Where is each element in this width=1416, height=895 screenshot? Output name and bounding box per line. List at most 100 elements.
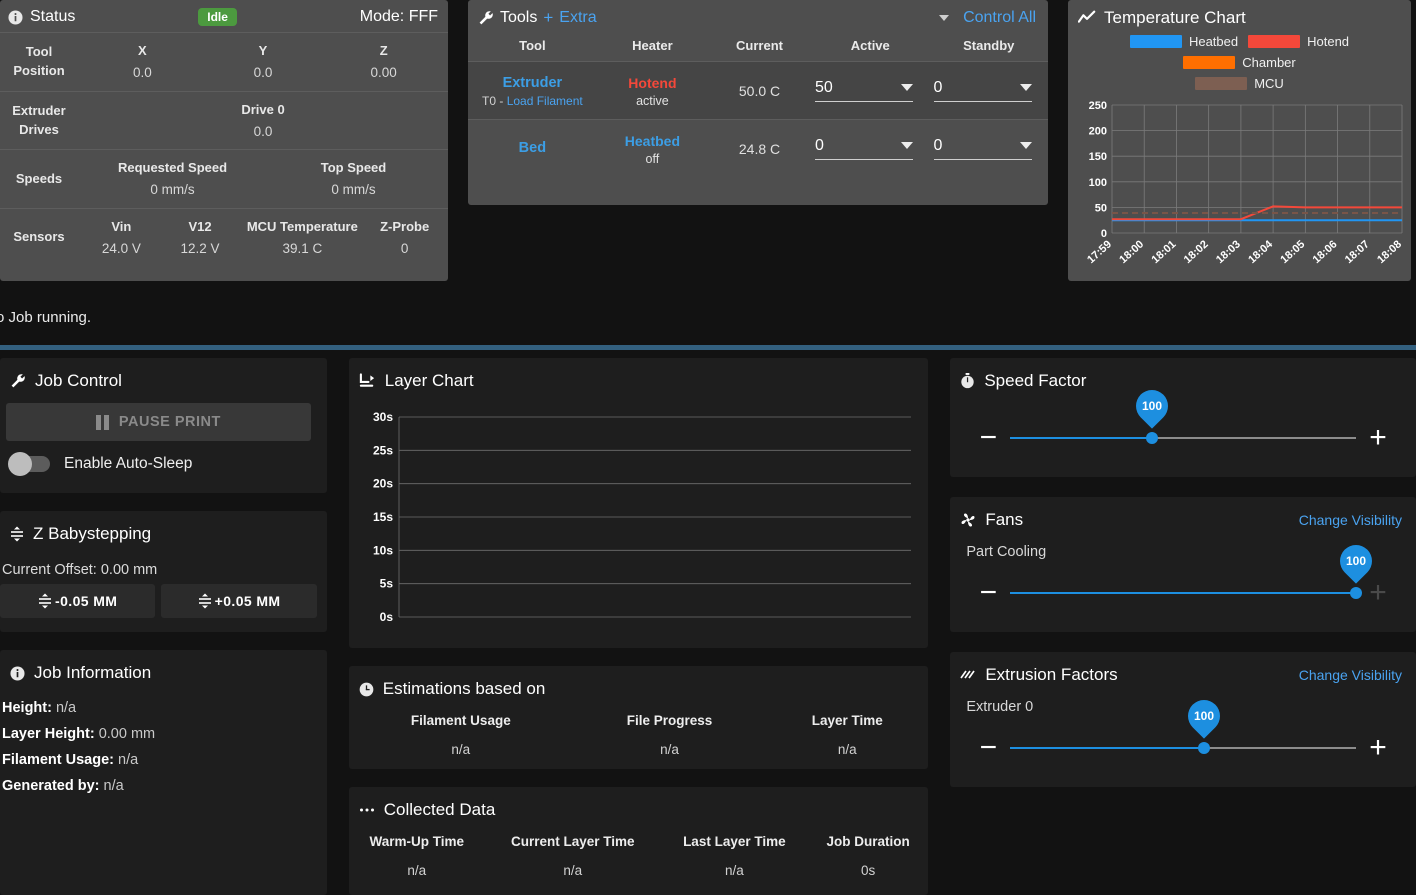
requested-speed: Requested Speed 0 mm/s (117, 160, 228, 198)
column-heater: Heater (632, 38, 673, 53)
tools-table: Tool Heater Current Active Standby Extru… (468, 34, 1048, 178)
heater-name[interactable]: Heatbed (597, 131, 708, 152)
speed-factor-decrease-button[interactable]: − (966, 423, 1010, 453)
heater-state: active (636, 94, 669, 108)
heater-name[interactable]: Hotend (597, 73, 708, 94)
job-status-message: o Job running. (0, 309, 92, 326)
chevron-down-icon[interactable] (901, 141, 914, 149)
standby-temperature-value: 0 (933, 79, 943, 96)
left-column: Job Control PAUSE PRINT Enable Auto-Slee… (0, 358, 327, 895)
extrusion-slider[interactable]: 100 (1010, 693, 1356, 765)
tool-name[interactable]: Bed (468, 138, 597, 160)
svg-text:15s: 15s (373, 510, 393, 524)
active-temperature-value: 50 (815, 79, 833, 96)
layer-chart-plot[interactable]: 0s 5s 10s 15s 20s 25s 30s (359, 409, 919, 636)
fan-thumb[interactable] (1350, 587, 1362, 599)
auto-sleep-row[interactable]: Enable Auto-Sleep (0, 441, 327, 491)
temperature-chart-plot[interactable]: 0 50 100 150 200 250 17:59 18:00 18:01 18:02 18:0… (1074, 99, 1405, 289)
column-active: Active (850, 38, 890, 53)
babystep-minus-label: -0.05 MM (55, 593, 118, 609)
standby-temperature-input[interactable]: 0 (933, 137, 1032, 161)
job-information-header: Job Information (0, 650, 327, 695)
babystep-plus-button[interactable]: +0.05 MM (161, 584, 317, 618)
extrusion-decrease-button[interactable]: − (966, 733, 1010, 763)
legend-item-hotend[interactable]: Hotend (1248, 34, 1349, 49)
sensor-z-probe: Z-Probe 0 (380, 219, 430, 257)
extrusion-increase-button[interactable]: + (1356, 733, 1400, 763)
tool-name[interactable]: Extruder (468, 73, 597, 95)
heater-state: off (645, 152, 660, 167)
layer-chart-icon (359, 373, 376, 389)
status-row-sensors: Sensors Vin 24.0 V V12 12.2 V MCU Temper… (0, 208, 448, 267)
estimations-headers: Filament Usage File Progress Layer Time (349, 711, 929, 740)
fan-increase-button[interactable]: + (1356, 578, 1400, 608)
chevron-down-icon[interactable] (1019, 141, 1032, 149)
legend-item-mcu[interactable]: MCU (1078, 76, 1401, 91)
svg-text:18:06: 18:06 (1311, 238, 1340, 266)
svg-text:5s: 5s (379, 577, 393, 591)
job-progress-bar (0, 345, 1416, 350)
collected-data-table: Warm-Up Time Current Layer Time Last Lay… (349, 832, 929, 890)
chevron-down-icon[interactable] (1019, 83, 1032, 91)
chevron-down-icon[interactable] (901, 83, 914, 91)
active-temperature-input[interactable]: 50 (815, 79, 914, 102)
layer-chart-header: Layer Chart (349, 358, 929, 403)
fans-change-visibility-link[interactable]: Change Visibility (1299, 512, 1402, 528)
legend-item-heatbed[interactable]: Heatbed (1129, 34, 1239, 49)
svg-text:18:00: 18:00 (1117, 238, 1146, 266)
legend-item-chamber[interactable]: Chamber (1183, 55, 1296, 70)
table-row[interactable]: Extruder T0 - Load Filament Hotend activ… (468, 61, 1048, 120)
extrusion-thumb[interactable] (1197, 742, 1210, 754)
speed-factor-slider[interactable]: 100 (1010, 383, 1356, 455)
speed-factor-panel: Speed Factor − 100 + (950, 358, 1416, 477)
pause-print-button[interactable]: PAUSE PRINT (6, 403, 311, 441)
extruder-0-label: Extruder 0 (966, 699, 1034, 715)
svg-text:18:01: 18:01 (1150, 238, 1179, 266)
legend-swatch-chamber (1183, 56, 1236, 69)
babystep-up-icon (198, 593, 212, 609)
heater-current-temp: 50.0 C (738, 82, 781, 99)
dots-icon (359, 806, 375, 814)
control-all-link[interactable]: Control All (963, 9, 1036, 27)
extrusion-fill (1010, 747, 1204, 749)
svg-text:18:04: 18:04 (1246, 238, 1276, 266)
estimations-header: Estimations based on (349, 666, 929, 711)
sensor-mcu-temperature: MCU Temperature 39.1 C (246, 219, 358, 257)
svg-text:30s: 30s (373, 410, 393, 424)
fan-slider[interactable]: 100 (1010, 538, 1379, 610)
babystep-minus-button[interactable]: -0.05 MM (0, 584, 156, 618)
estimation-col-filament-usage: Filament Usage (410, 713, 511, 728)
column-standby: Standby (963, 38, 1015, 53)
add-tool-icon[interactable]: + (543, 8, 553, 28)
speed-factor-thumb[interactable] (1146, 432, 1159, 444)
collected-col-current-layer-time: Current Layer Time (511, 834, 635, 849)
status-header: Status Idle Mode: FFF (0, 0, 448, 32)
fan-decrease-button[interactable]: − (966, 578, 1010, 608)
job-info-generated-by: Generated by: n/a (2, 778, 124, 794)
legend-swatch-mcu (1195, 77, 1248, 90)
speed-factor-increase-button[interactable]: + (1356, 423, 1400, 453)
collected-val-warm-up-time: n/a (407, 863, 427, 878)
chevron-down-icon[interactable] (939, 15, 950, 21)
estimations-table: Filament Usage File Progress Layer Time … (349, 711, 929, 769)
table-row[interactable]: Bed Heatbed off 24.8 C 0 0 (468, 119, 1048, 178)
standby-temperature-input[interactable]: 0 (933, 79, 1032, 102)
status-row-label: Speeds (15, 170, 63, 186)
status-row-tool-position: Tool Position X 0.0 Y 0.0 Z 0.00 (0, 32, 448, 92)
auto-sleep-toggle[interactable] (8, 452, 50, 476)
active-temperature-input[interactable]: 0 (815, 137, 914, 161)
extrusion-change-visibility-link[interactable]: Change Visibility (1299, 667, 1402, 683)
fan-icon (960, 512, 976, 528)
axis-y: Y 0.0 (253, 43, 273, 81)
auto-sleep-label: Enable Auto-Sleep (64, 455, 193, 472)
temperature-chart-legend: Heatbed Hotend Chamber MCU (1068, 34, 1411, 91)
legend-label-heatbed: Heatbed (1188, 34, 1239, 49)
collected-col-job-duration: Job Duration (826, 834, 910, 849)
extra-link[interactable]: Extra (559, 9, 596, 27)
printer-mode: Mode: FFF (359, 8, 439, 25)
load-filament-link[interactable]: Load Filament (507, 94, 583, 108)
tools-title: Tools (500, 9, 538, 26)
estimation-val-layer-time: n/a (837, 742, 857, 757)
collected-col-last-layer-time: Last Layer Time (683, 834, 786, 849)
speed-factor-fill (1010, 437, 1153, 439)
